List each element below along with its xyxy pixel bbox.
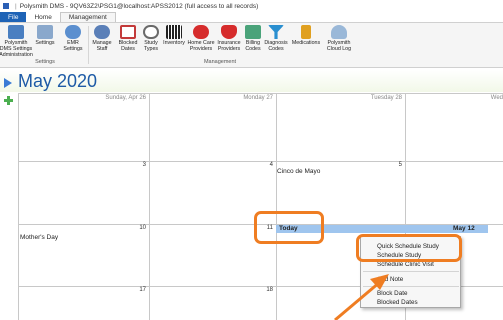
arrow-shaft [334,280,381,320]
annotation-arrow [334,274,389,320]
